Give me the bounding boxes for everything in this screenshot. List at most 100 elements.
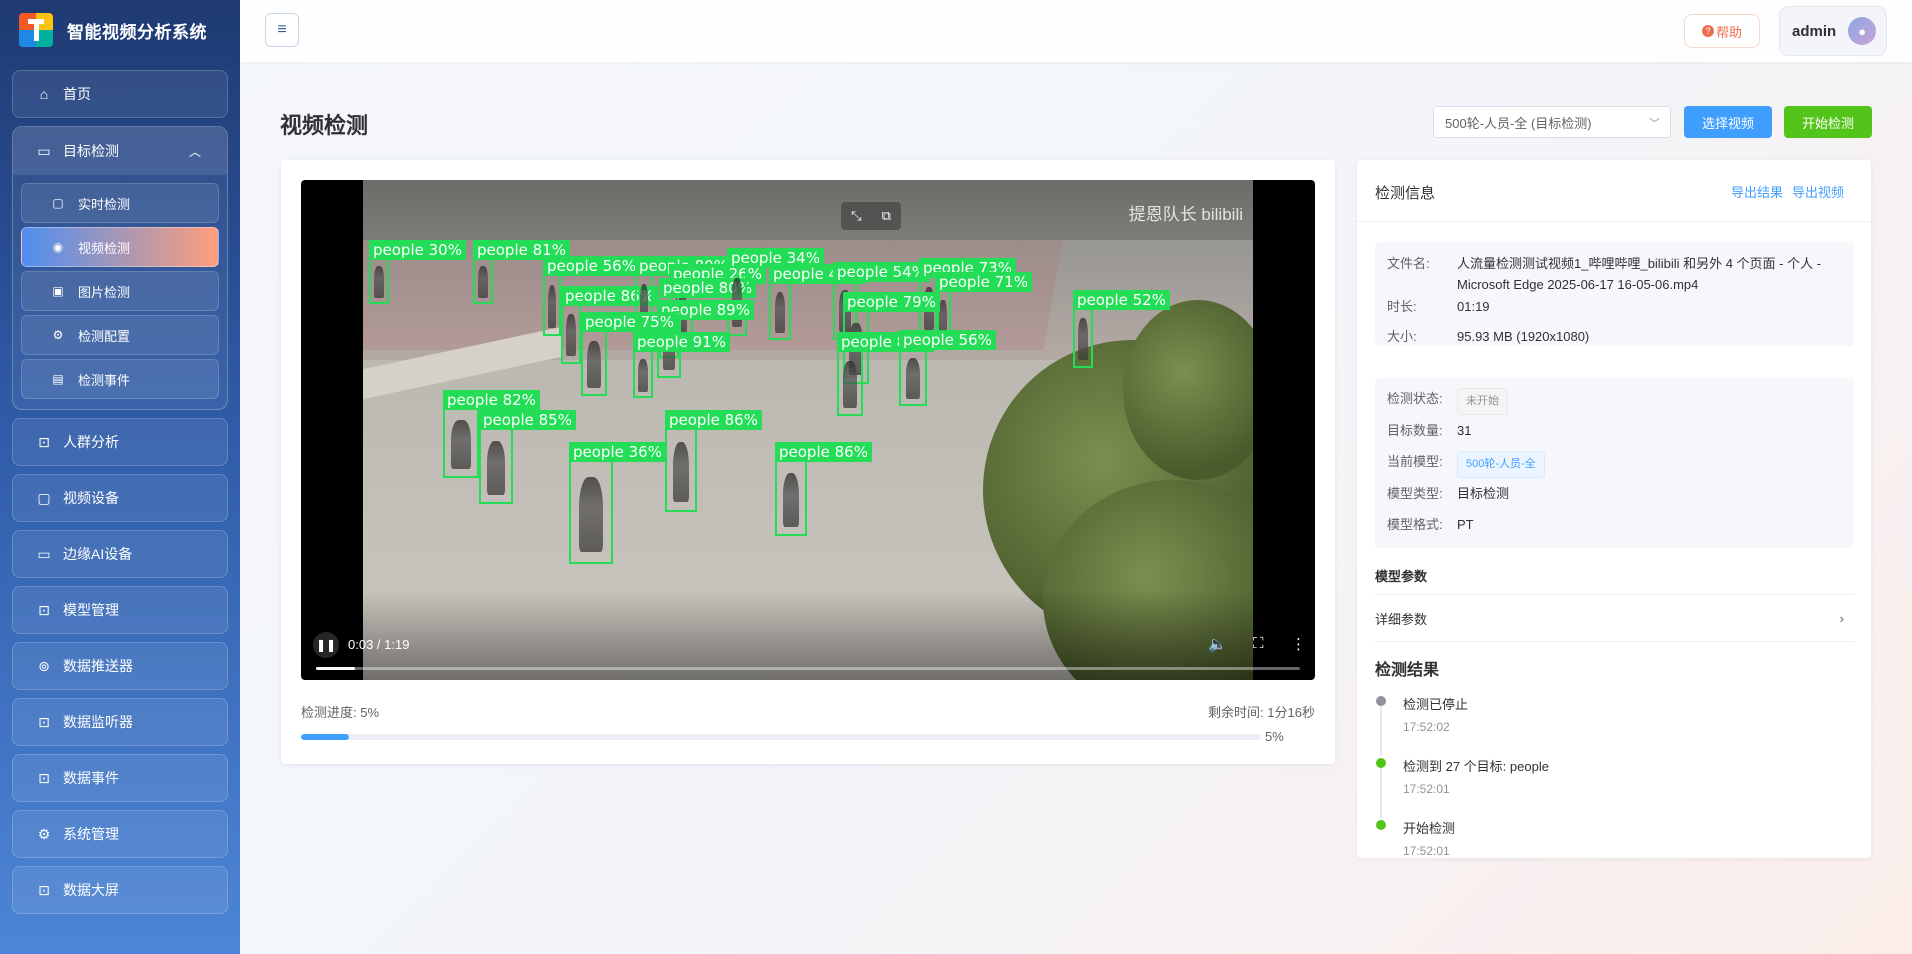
sidebar-item-label: 目标检测 [63, 143, 119, 159]
detection-box: people 52% [1073, 290, 1170, 368]
detection-box: people 44% [769, 264, 866, 340]
model-select-value: 500轮-人员-全 (目标检测) [1445, 115, 1592, 131]
chevron-down-icon: ﹀ [1649, 118, 1660, 130]
sidebar-item-label: 数据大屏 [63, 882, 119, 898]
fullscreen-icon[interactable]: ⛶ [1253, 635, 1264, 652]
sidebar: 智能视频分析系统 ⌂ 首页 ▭ 目标检测 ︿ ▢ 实时检测 ◉ 视频检测 ▣ 图… [0, 0, 240, 954]
sidebar-item-data-screen[interactable]: ⊡ 数据大屏 [12, 866, 228, 914]
sidebar-item-label: 模型管理 [63, 602, 119, 618]
video-player[interactable]: 提恩队长 bilibili ⤡ ⧉ people 30% people 81% pe… [301, 180, 1315, 680]
sidebar-item-crowd-analysis[interactable]: ⊡ 人群分析 [12, 418, 228, 466]
sidebar-item-edge-ai[interactable]: ▭ 边缘AI设备 [12, 530, 228, 578]
timeline-connector [1380, 766, 1382, 818]
detection-box: people 82% [443, 390, 540, 478]
more-options-icon[interactable]: ⋮ [1291, 635, 1306, 653]
sidebar-subitem-label: 检测配置 [78, 328, 131, 344]
video-seek-bar[interactable] [316, 667, 1300, 670]
detection-box: people 86% [561, 286, 658, 364]
user-menu[interactable]: admin ● [1779, 6, 1887, 56]
info-title: 检测信息 [1375, 185, 1436, 202]
progress-label: 检测进度: [301, 705, 357, 720]
sidebar-subitem-label: 视频检测 [78, 240, 131, 256]
sidebar-item-data-events[interactable]: ⊡ 数据事件 [12, 754, 228, 802]
sidebar-subitem-label: 实时检测 [78, 196, 131, 212]
timeline-connector [1380, 704, 1382, 756]
sidebar-subitem-label: 检测事件 [78, 372, 131, 388]
remaining-time: 剩余时间: 1分16秒 [1208, 702, 1315, 721]
sidebar-subitem-image-detection[interactable]: ▣ 图片检测 [21, 271, 219, 311]
sidebar-item-home[interactable]: ⌂ 首页 [12, 70, 228, 118]
question-icon: ? [1701, 25, 1714, 37]
type-row: 模型类型: 目标检测 [1387, 483, 1837, 504]
sidebar-item-label: 视频设备 [63, 490, 119, 506]
chevron-right-icon: › [1839, 610, 1844, 626]
detection-box: people 56% [543, 256, 640, 336]
type-value: 目标检测 [1457, 486, 1510, 501]
volume-icon[interactable]: 🔈 [1208, 635, 1227, 653]
remaining-label: 剩余时间: [1208, 705, 1264, 720]
pause-button[interactable]: ❚❚ [313, 632, 339, 658]
sidebar-item-data-pusher[interactable]: ⊚ 数据推送器 [12, 642, 228, 690]
detail-params-row[interactable]: 详细参数 › [1375, 594, 1854, 642]
detection-box: people 81% [473, 240, 570, 304]
video-controls: ❚❚ 0:03 / 1:19 🔈 ⛶ ⋮ [301, 620, 1315, 680]
top-header: ≡ ? 帮助 admin ● [240, 0, 1912, 62]
seek-bar-played [316, 667, 356, 670]
detail-params-label: 详细参数 [1375, 611, 1428, 627]
duration-value: 01:19 [1457, 299, 1490, 314]
picture-in-picture-controls[interactable]: ⤡ ⧉ [841, 202, 901, 230]
count-value: 31 [1457, 423, 1472, 438]
detection-label: people 79% [843, 292, 940, 312]
help-label: 帮助 [1715, 24, 1742, 40]
timeline-event-text: 检测已停止 [1403, 697, 1469, 712]
start-detection-button[interactable]: 开始检测 [1784, 106, 1872, 138]
detection-box: people 56% [899, 330, 996, 406]
timeline-event-text: 开始检测 [1403, 821, 1456, 836]
detection-label: people 56% [543, 256, 640, 276]
sidebar-item-system-management[interactable]: ⚙ 系统管理 [12, 810, 228, 858]
export-video-link[interactable]: 导出视频 [1792, 182, 1844, 201]
gear-icon: ⚙ [37, 825, 51, 842]
pause-icon: ❚❚ [315, 638, 337, 652]
sidebar-item-label: 人群分析 [63, 434, 119, 450]
sidebar-subitem-realtime[interactable]: ▢ 实时检测 [21, 183, 219, 223]
info-header: 检测信息 导出结果 导出视频 [1357, 160, 1871, 222]
pip-icon: ⧉ [881, 208, 891, 223]
gear-icon: ⚙ [52, 328, 64, 342]
type-label: 模型类型: [1387, 486, 1443, 501]
select-video-button[interactable]: 选择视频 [1684, 106, 1772, 138]
video-camera-icon: ▢ [52, 196, 64, 210]
results-title: 检测结果 [1375, 662, 1440, 679]
sidebar-item-target-detection[interactable]: ▭ 目标检测 ︿ [13, 127, 227, 175]
model-badge: 500轮-人员-全 [1457, 451, 1545, 478]
help-button[interactable]: ? 帮助 [1684, 14, 1760, 48]
sidebar-menu: ⌂ 首页 ▭ 目标检测 ︿ ▢ 实时检测 ◉ 视频检测 ▣ 图片检测 ⚙ 检测配… [12, 70, 228, 922]
monitor-icon: ▭ [37, 142, 51, 159]
sidebar-subitem-detection-events[interactable]: ▤ 检测事件 [21, 359, 219, 399]
detection-label: people 36% [569, 442, 666, 462]
sidebar-item-data-listener[interactable]: ⊡ 数据监听器 [12, 698, 228, 746]
exit-fullscreen-icon: ⤡ [851, 208, 862, 223]
sidebar-subitem-detection-config[interactable]: ⚙ 检测配置 [21, 315, 219, 355]
user-name: admin [1792, 22, 1837, 40]
timeline-event-time: 17:52:01 [1403, 844, 1450, 858]
duration-label: 时长: [1387, 299, 1417, 314]
state-label: 检测状态: [1387, 391, 1443, 406]
video-watermark: 提恩队长 bilibili [1128, 205, 1243, 224]
sidebar-subitem-video-detection[interactable]: ◉ 视频检测 [21, 227, 219, 267]
detection-label: people 54% [833, 262, 930, 282]
timeline-dot [1376, 758, 1386, 768]
state-row: 检测状态: 未开始 [1387, 388, 1837, 415]
file-name-label: 文件名: [1387, 256, 1430, 271]
sidebar-item-model-management[interactable]: ⊡ 模型管理 [12, 586, 228, 634]
progress-percent: 5% [1265, 729, 1284, 744]
sidebar-item-video-devices[interactable]: ▢ 视频设备 [12, 474, 228, 522]
chart-board-icon: ⊡ [38, 433, 50, 450]
model-select[interactable]: 500轮-人员-全 (目标检测) ﹀ [1433, 106, 1671, 138]
export-result-link[interactable]: 导出结果 [1731, 182, 1783, 201]
detection-box: people 85% [479, 410, 576, 504]
format-label: 模型格式: [1387, 517, 1443, 532]
timeline-event-text: 检测到 27 个目标: people [1403, 759, 1549, 774]
menu-toggle-button[interactable]: ≡ [265, 13, 299, 47]
detection-info-panel: 检测信息 导出结果 导出视频 文件名: 人流量检测测试视频1_哔哩哔哩_bili… [1357, 160, 1871, 858]
